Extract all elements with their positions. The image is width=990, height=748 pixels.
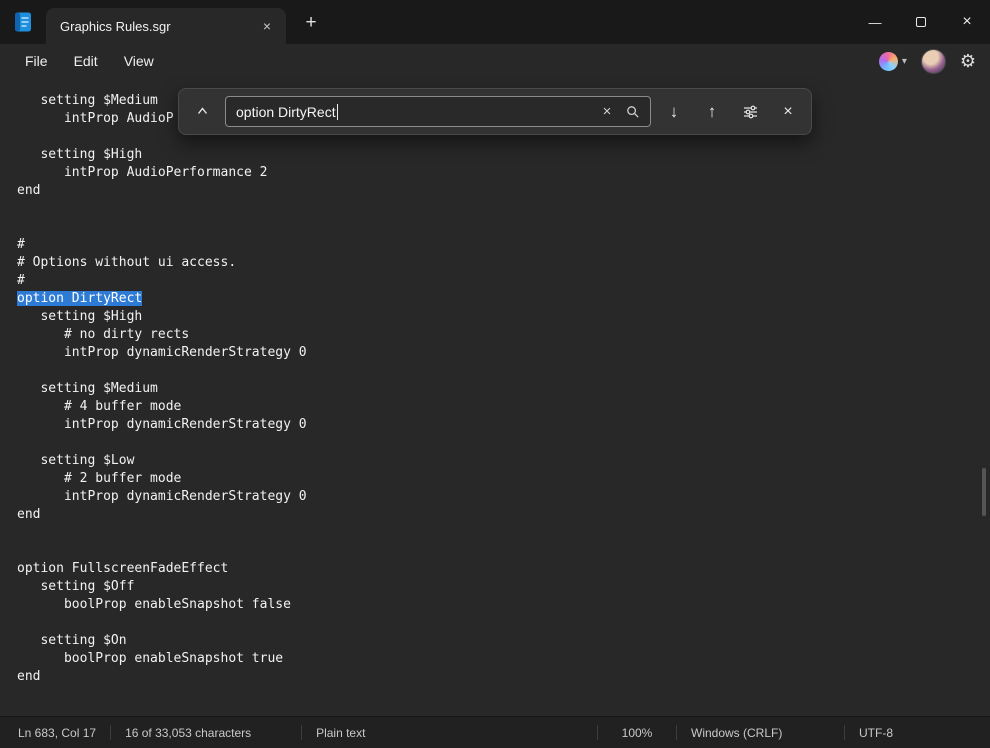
search-icon xyxy=(627,105,639,118)
editor-line: intProp dynamicRenderStrategy 0 xyxy=(17,345,307,360)
status-bar: Ln 683, Col 17 16 of 33,053 characters P… xyxy=(0,716,990,748)
status-doc-type: Plain text xyxy=(316,725,366,740)
editor-line: setting $Low xyxy=(17,453,135,468)
menu-right-icons: ▾ ⚙ xyxy=(878,48,976,74)
copilot-icon xyxy=(878,51,898,71)
editor-line: end xyxy=(17,183,41,198)
editor-line: # xyxy=(17,237,25,252)
editor-line: setting $High xyxy=(17,147,143,162)
find-input[interactable]: option DirtyRect × xyxy=(225,96,651,127)
status-encoding: UTF-8 xyxy=(859,725,893,740)
editor-line: # 2 buffer mode xyxy=(17,471,182,486)
editor[interactable]: setting $Medium intProp AudioP setting $… xyxy=(0,78,990,716)
arrow-up-icon: ↑ xyxy=(707,101,717,121)
editor-line: # Options without ui access. xyxy=(17,255,237,270)
app-icon-zone xyxy=(0,0,46,44)
close-icon: × xyxy=(783,102,793,120)
filter-options-icon xyxy=(743,105,757,119)
editor-line: option DirtyRect xyxy=(17,290,990,308)
avatar[interactable] xyxy=(920,48,946,74)
find-options-button[interactable] xyxy=(735,97,765,127)
chevron-down-icon: ▾ xyxy=(901,55,907,67)
minimize-button[interactable]: — xyxy=(852,0,898,44)
editor-line: boolProp enableSnapshot false xyxy=(17,597,291,612)
tab-close-button[interactable]: × xyxy=(256,15,278,37)
clear-icon: × xyxy=(602,103,612,120)
find-previous-button[interactable]: ↑ xyxy=(697,97,727,127)
expand-replace-button[interactable] xyxy=(187,97,217,127)
maximize-icon xyxy=(916,17,926,27)
editor-line: intProp dynamicRenderStrategy 0 xyxy=(17,417,307,432)
menu-view[interactable]: View xyxy=(111,48,167,74)
editor-line: intProp dynamicRenderStrategy 0 xyxy=(17,489,307,504)
plus-icon: + xyxy=(305,12,317,33)
copilot-button[interactable]: ▾ xyxy=(878,51,907,71)
editor-line: setting $On xyxy=(17,633,127,648)
chevron-up-icon xyxy=(197,107,207,114)
close-window-button[interactable]: × xyxy=(944,0,990,44)
text-caret xyxy=(336,103,338,120)
editor-line: setting $Medium xyxy=(17,381,158,396)
status-zoom: 100% xyxy=(621,725,653,740)
editor-lines: setting $Medium intProp AudioP setting $… xyxy=(0,78,990,686)
notepad-icon xyxy=(15,12,31,32)
editor-line: end xyxy=(17,669,41,684)
status-right-group: 100% Windows (CRLF) UTF-8 xyxy=(597,717,990,748)
editor-line: end xyxy=(17,507,41,522)
notepad-window: Graphics Rules.sgr × + — × File Edit Vie… xyxy=(0,0,990,748)
menu-bar: File Edit View ▾ ⚙ xyxy=(0,44,990,78)
status-cursor-position: Ln 683, Col 17 xyxy=(18,725,97,740)
search-button[interactable] xyxy=(620,99,646,125)
clear-search-button[interactable]: × xyxy=(594,99,620,125)
close-icon: × xyxy=(962,13,972,30)
editor-line: intProp AudioPerformance 2 xyxy=(17,165,268,180)
find-next-button[interactable]: ↓ xyxy=(659,97,689,127)
status-line-ending: Windows (CRLF) xyxy=(691,725,783,740)
maximize-button[interactable] xyxy=(898,0,944,44)
editor-line: # xyxy=(17,273,25,288)
tab-title: Graphics Rules.sgr xyxy=(60,18,171,34)
editor-line: # 4 buffer mode xyxy=(17,399,182,414)
add-tab-button[interactable]: + xyxy=(296,8,326,38)
editor-line: # no dirty rects xyxy=(17,327,190,342)
status-character-count: 16 of 33,053 characters xyxy=(125,725,252,740)
settings-button[interactable]: ⚙ xyxy=(960,51,976,72)
menu-edit[interactable]: Edit xyxy=(61,48,111,74)
vertical-scrollbar-thumb[interactable] xyxy=(982,468,986,516)
find-bar: option DirtyRect × ↓ ↑ × xyxy=(178,88,812,135)
find-query-text: option DirtyRect xyxy=(236,103,336,120)
editor-line: setting $High xyxy=(17,309,143,324)
editor-line: option FullscreenFadeEffect xyxy=(17,561,229,576)
selected-text: option DirtyRect xyxy=(17,291,143,306)
title-bar: Graphics Rules.sgr × + — × xyxy=(0,0,990,44)
tab-graphics-rules[interactable]: Graphics Rules.sgr × xyxy=(46,8,286,44)
titlebar-drag-area xyxy=(326,0,852,44)
arrow-down-icon: ↓ xyxy=(669,101,679,121)
close-find-button[interactable]: × xyxy=(773,97,803,127)
menu-file[interactable]: File xyxy=(12,48,61,74)
editor-line: boolProp enableSnapshot true xyxy=(17,651,284,666)
editor-line: setting $Off xyxy=(17,579,135,594)
close-icon: × xyxy=(262,18,272,34)
gear-icon: ⚙ xyxy=(959,50,976,71)
minimize-icon: — xyxy=(868,14,882,30)
